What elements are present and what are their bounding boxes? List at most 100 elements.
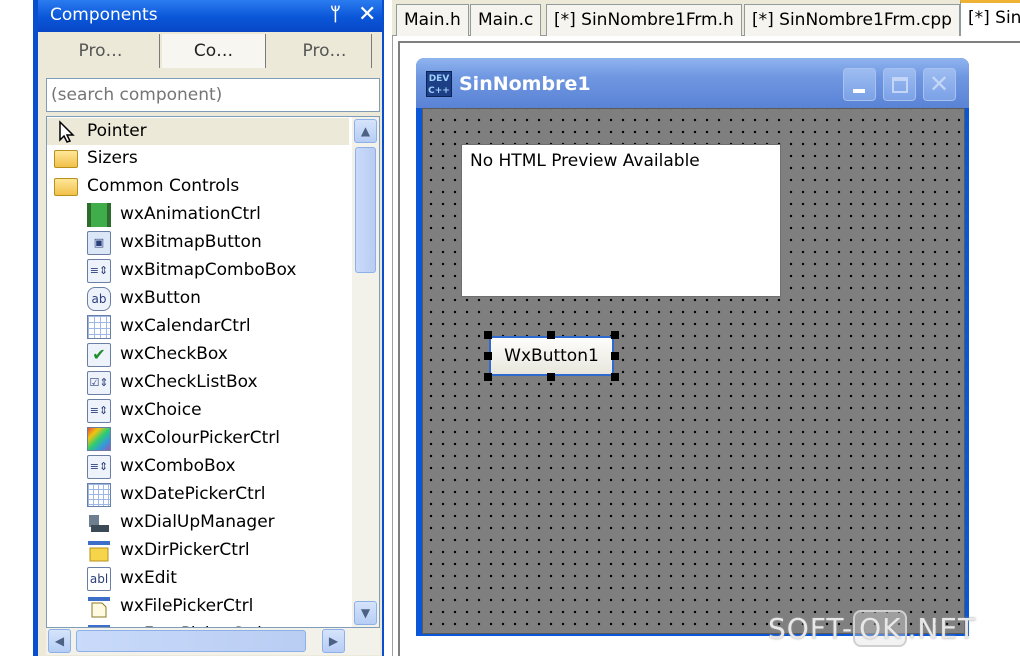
tree-item[interactable]: ≡⇕ wxBitmapComboBox bbox=[47, 257, 349, 284]
tab-main-h[interactable]: Main.h bbox=[396, 4, 469, 36]
tab-components[interactable]: Co… bbox=[162, 34, 266, 68]
dir-picker-icon bbox=[87, 539, 111, 563]
scroll-right-icon[interactable]: ▶ bbox=[322, 629, 345, 653]
tree-item[interactable]: ab wxButton bbox=[47, 285, 349, 312]
tree-item[interactable]: wxCalendarCtrl bbox=[47, 313, 349, 340]
tree-item[interactable]: wxFontPickerCtrl bbox=[47, 621, 349, 627]
tree-item[interactable]: wxDatePickerCtrl bbox=[47, 481, 349, 508]
tree-item[interactable]: ▣ wxBitmapButton bbox=[47, 229, 349, 256]
tree-item[interactable]: wxAnimationCtrl bbox=[47, 201, 349, 228]
folder-icon bbox=[54, 178, 78, 196]
watermark-right: .NET bbox=[907, 612, 977, 645]
close-icon[interactable]: ✕ bbox=[358, 2, 376, 27]
vertical-scrollbar[interactable]: ▲ ▼ bbox=[352, 117, 379, 627]
animation-ctrl-icon bbox=[87, 203, 111, 227]
selection-handle[interactable] bbox=[547, 373, 555, 381]
tree-item[interactable]: ≡⇕ wxChoice bbox=[47, 397, 349, 424]
tab-main-c[interactable]: Main.c bbox=[470, 4, 542, 36]
tab-sinnombre1frm-cpp[interactable]: [*] SinNombre1Frm.cpp bbox=[744, 4, 960, 36]
watermark-mid: OK bbox=[853, 610, 908, 647]
tree-item-label: Sizers bbox=[87, 148, 138, 168]
tree-item-label: wxCheckListBox bbox=[120, 372, 258, 392]
scroll-thumb[interactable] bbox=[355, 147, 376, 273]
tree-item-label: wxComboBox bbox=[120, 456, 236, 476]
selection-handle[interactable] bbox=[611, 352, 619, 360]
html-preview-text: No HTML Preview Available bbox=[470, 151, 700, 171]
minimize-icon[interactable] bbox=[843, 68, 876, 101]
tree-item-label: wxColourPickerCtrl bbox=[120, 428, 281, 448]
tab-project[interactable]: Pro… bbox=[278, 34, 372, 68]
tree-item-label: wxDirPickerCtrl bbox=[120, 540, 250, 560]
checklistbox-icon: ☑⇕ bbox=[87, 371, 111, 395]
colour-picker-icon bbox=[87, 427, 111, 451]
scroll-up-icon[interactable]: ▲ bbox=[354, 119, 377, 143]
component-tree: Pointer Sizers Common Controls wxAnimati… bbox=[46, 116, 380, 628]
tree-item-label: Common Controls bbox=[87, 176, 240, 196]
selection-handle[interactable] bbox=[611, 373, 619, 381]
tree-item-label: wxBitmapButton bbox=[120, 232, 262, 252]
selection-handle[interactable] bbox=[484, 352, 492, 360]
devcpp-icon: DEV C++ bbox=[426, 71, 452, 97]
scroll-left-icon[interactable]: ◀ bbox=[48, 629, 71, 653]
left-edge-strip bbox=[0, 0, 38, 656]
tab-properties[interactable]: Pro… bbox=[42, 34, 160, 68]
checkbox-icon: ✔ bbox=[87, 343, 111, 367]
bitmap-button-icon: ▣ bbox=[87, 231, 111, 255]
tree-item[interactable]: ☑⇕ wxCheckListBox bbox=[47, 369, 349, 396]
tab-sinnombre1frm-h[interactable]: [*] SinNombre1Frm.h bbox=[546, 4, 742, 36]
watermark: SOFT- OK .NET bbox=[768, 610, 976, 647]
bitmap-combobox-icon: ≡⇕ bbox=[87, 259, 111, 283]
tree-item-pointer[interactable]: Pointer bbox=[47, 118, 349, 145]
horizontal-scrollbar[interactable]: ◀ ▶ bbox=[46, 628, 380, 655]
tree-item[interactable]: ✔ wxCheckBox bbox=[47, 341, 349, 368]
tree-item-label: wxButton bbox=[120, 288, 201, 308]
search-component-input[interactable] bbox=[46, 78, 380, 112]
wxbutton1[interactable]: WxButton1 bbox=[489, 336, 614, 376]
tree-item[interactable]: wxFilePickerCtrl bbox=[47, 593, 349, 620]
components-panel-tabs: Pro… Co… Pro… bbox=[38, 32, 382, 70]
scroll-thumb[interactable] bbox=[76, 630, 306, 652]
file-picker-icon bbox=[87, 595, 111, 619]
dialup-manager-icon bbox=[87, 511, 111, 535]
tree-item-label: wxFilePickerCtrl bbox=[120, 596, 254, 616]
tree-item-label: wxCalendarCtrl bbox=[120, 316, 251, 336]
tree-item[interactable]: wxDialUpManager bbox=[47, 509, 349, 536]
selection-handle[interactable] bbox=[484, 373, 492, 381]
maximize-icon[interactable] bbox=[883, 68, 916, 101]
tree-item-label: wxAnimationCtrl bbox=[120, 204, 261, 224]
tree-item-common-controls[interactable]: Common Controls bbox=[47, 173, 349, 200]
pin-icon[interactable]: ᛘ bbox=[330, 4, 341, 25]
components-panel-title: Components bbox=[50, 5, 158, 25]
calendar-icon bbox=[87, 315, 111, 339]
button-icon: ab bbox=[87, 287, 111, 311]
form-titlebar: DEV C++ SinNombre1 ✕ bbox=[416, 58, 969, 108]
tree-item-label: wxCheckBox bbox=[120, 344, 228, 364]
tree-item-label: wxDialUpManager bbox=[120, 512, 275, 532]
form-title: SinNombre1 bbox=[459, 73, 591, 95]
tree-item-sizers[interactable]: Sizers bbox=[47, 145, 349, 172]
tree-item-label: wxChoice bbox=[120, 400, 202, 420]
tree-item[interactable]: wxDirPickerCtrl bbox=[47, 537, 349, 564]
tree-item-label: wxEdit bbox=[120, 568, 177, 588]
tree-item-label: wxDatePickerCtrl bbox=[120, 484, 266, 504]
tree-item[interactable]: abl wxEdit bbox=[47, 565, 349, 592]
editor-tab-strip: Main.h Main.c [*] SinNombre1Frm.h [*] Si… bbox=[392, 0, 1020, 37]
edit-icon: abl bbox=[87, 567, 111, 591]
combobox-icon: ≡⇕ bbox=[87, 455, 111, 479]
tree-item[interactable]: ≡⇕ wxComboBox bbox=[47, 453, 349, 480]
components-panel: Components ᛘ ✕ Pro… Co… Pro… Pointer Siz… bbox=[38, 0, 384, 656]
selection-handle[interactable] bbox=[547, 331, 555, 339]
scroll-down-icon[interactable]: ▼ bbox=[354, 601, 377, 625]
close-window-icon[interactable]: ✕ bbox=[923, 68, 956, 101]
tab-sinnombre1-design[interactable]: [*] Sin bbox=[960, 0, 1020, 37]
tree-item[interactable]: wxColourPickerCtrl bbox=[47, 425, 349, 452]
components-panel-titlebar: Components ᛘ ✕ bbox=[38, 0, 382, 32]
selection-handle[interactable] bbox=[611, 331, 619, 339]
tree-item-label: Pointer bbox=[87, 121, 147, 141]
tree-item-label: wxBitmapComboBox bbox=[120, 260, 297, 280]
watermark-left: SOFT- bbox=[768, 612, 854, 645]
html-window-control[interactable]: No HTML Preview Available bbox=[461, 144, 781, 297]
date-picker-icon bbox=[87, 483, 111, 507]
selection-handle[interactable] bbox=[484, 331, 492, 339]
folder-icon bbox=[54, 150, 78, 168]
